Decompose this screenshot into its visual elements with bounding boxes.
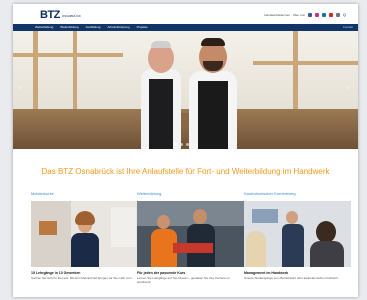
youtube-icon[interactable] [328, 12, 333, 17]
hero-beam [253, 61, 358, 65]
teaser-image[interactable] [31, 201, 138, 267]
hero-beam [33, 31, 38, 111]
main-navigation: Weiterbildung Weiterbildung Ausbildung A… [13, 24, 358, 31]
logo-mark: BTZ [40, 9, 60, 21]
hero-beam [13, 53, 123, 57]
hero-slider[interactable]: ‹ › [13, 31, 358, 149]
slider-dot[interactable] [174, 143, 177, 146]
teaser-heading[interactable]: Meisterkurse [31, 191, 138, 197]
slider-dots [174, 143, 189, 146]
browser-page: BTZ OSNABRÜCK Handwerkskammer · Über uns… [13, 4, 358, 297]
teaser-image[interactable] [137, 201, 244, 267]
teaser-heading[interactable]: Weiterbildung [137, 191, 244, 197]
hero-beam [293, 31, 298, 111]
logo-subtitle: OSNABRÜCK [61, 13, 81, 18]
btz-logo[interactable]: BTZ OSNABRÜCK [40, 9, 81, 21]
hero-background [13, 31, 358, 109]
teaser-card-weiterbildung[interactable]: Weiterbildung Für jeden der passende Kur… [137, 191, 244, 284]
teaser-text: Suchen Sie sich Ihr Ziel aus. Mit dem Me… [31, 276, 133, 280]
nav-item-projekte[interactable]: Projekte [137, 24, 148, 31]
nav-item-kontakt[interactable]: Kontakt [343, 24, 353, 31]
utility-links: Handwerkskammer · Über uns Q [264, 12, 346, 17]
slider-prev-icon[interactable]: ‹ [19, 83, 24, 93]
teaser-image[interactable] [244, 201, 351, 267]
nav-item-weiterbildung[interactable]: Weiterbildung [60, 24, 78, 31]
page-headline: Das BTZ Osnabrück ist Ihre Anlaufstelle … [41, 167, 330, 176]
facebook-icon[interactable] [307, 12, 312, 17]
teaser-text: Unsere Studiengänge zum Betriebswirt ode… [244, 276, 339, 280]
nav-item-arbeitsfoerderung[interactable]: Arbeitsförderung [107, 24, 129, 31]
teaser-card-karriereweg[interactable]: Kaufmännischer Karriereweg Management im… [244, 191, 351, 280]
slider-next-icon[interactable]: › [347, 83, 352, 93]
teaser-card-meisterkurse[interactable]: Meisterkurse 15 Lehrgänge in 13 Gewerken… [31, 191, 138, 280]
utility-text[interactable]: Handwerkskammer · Über uns [264, 13, 305, 17]
top-bar: BTZ OSNABRÜCK Handwerkskammer · Über uns… [13, 4, 358, 24]
slider-dot[interactable] [180, 143, 183, 146]
instagram-icon[interactable] [314, 12, 319, 17]
nav-item-meisterkurse[interactable]: Weiterbildung [35, 24, 53, 31]
search-icon[interactable]: Q [343, 12, 346, 17]
accessibility-icon[interactable] [335, 12, 340, 17]
hero-beam [73, 31, 77, 111]
teaser-text: Lernen Sie Lehrgänge auf Top-Niveau – ge… [137, 276, 230, 284]
linkedin-icon[interactable] [321, 12, 326, 17]
teaser-heading[interactable]: Kaufmännischer Karriereweg [244, 191, 351, 197]
slider-dot[interactable] [186, 143, 189, 146]
nav-item-ausbildung[interactable]: Ausbildung [86, 24, 101, 31]
